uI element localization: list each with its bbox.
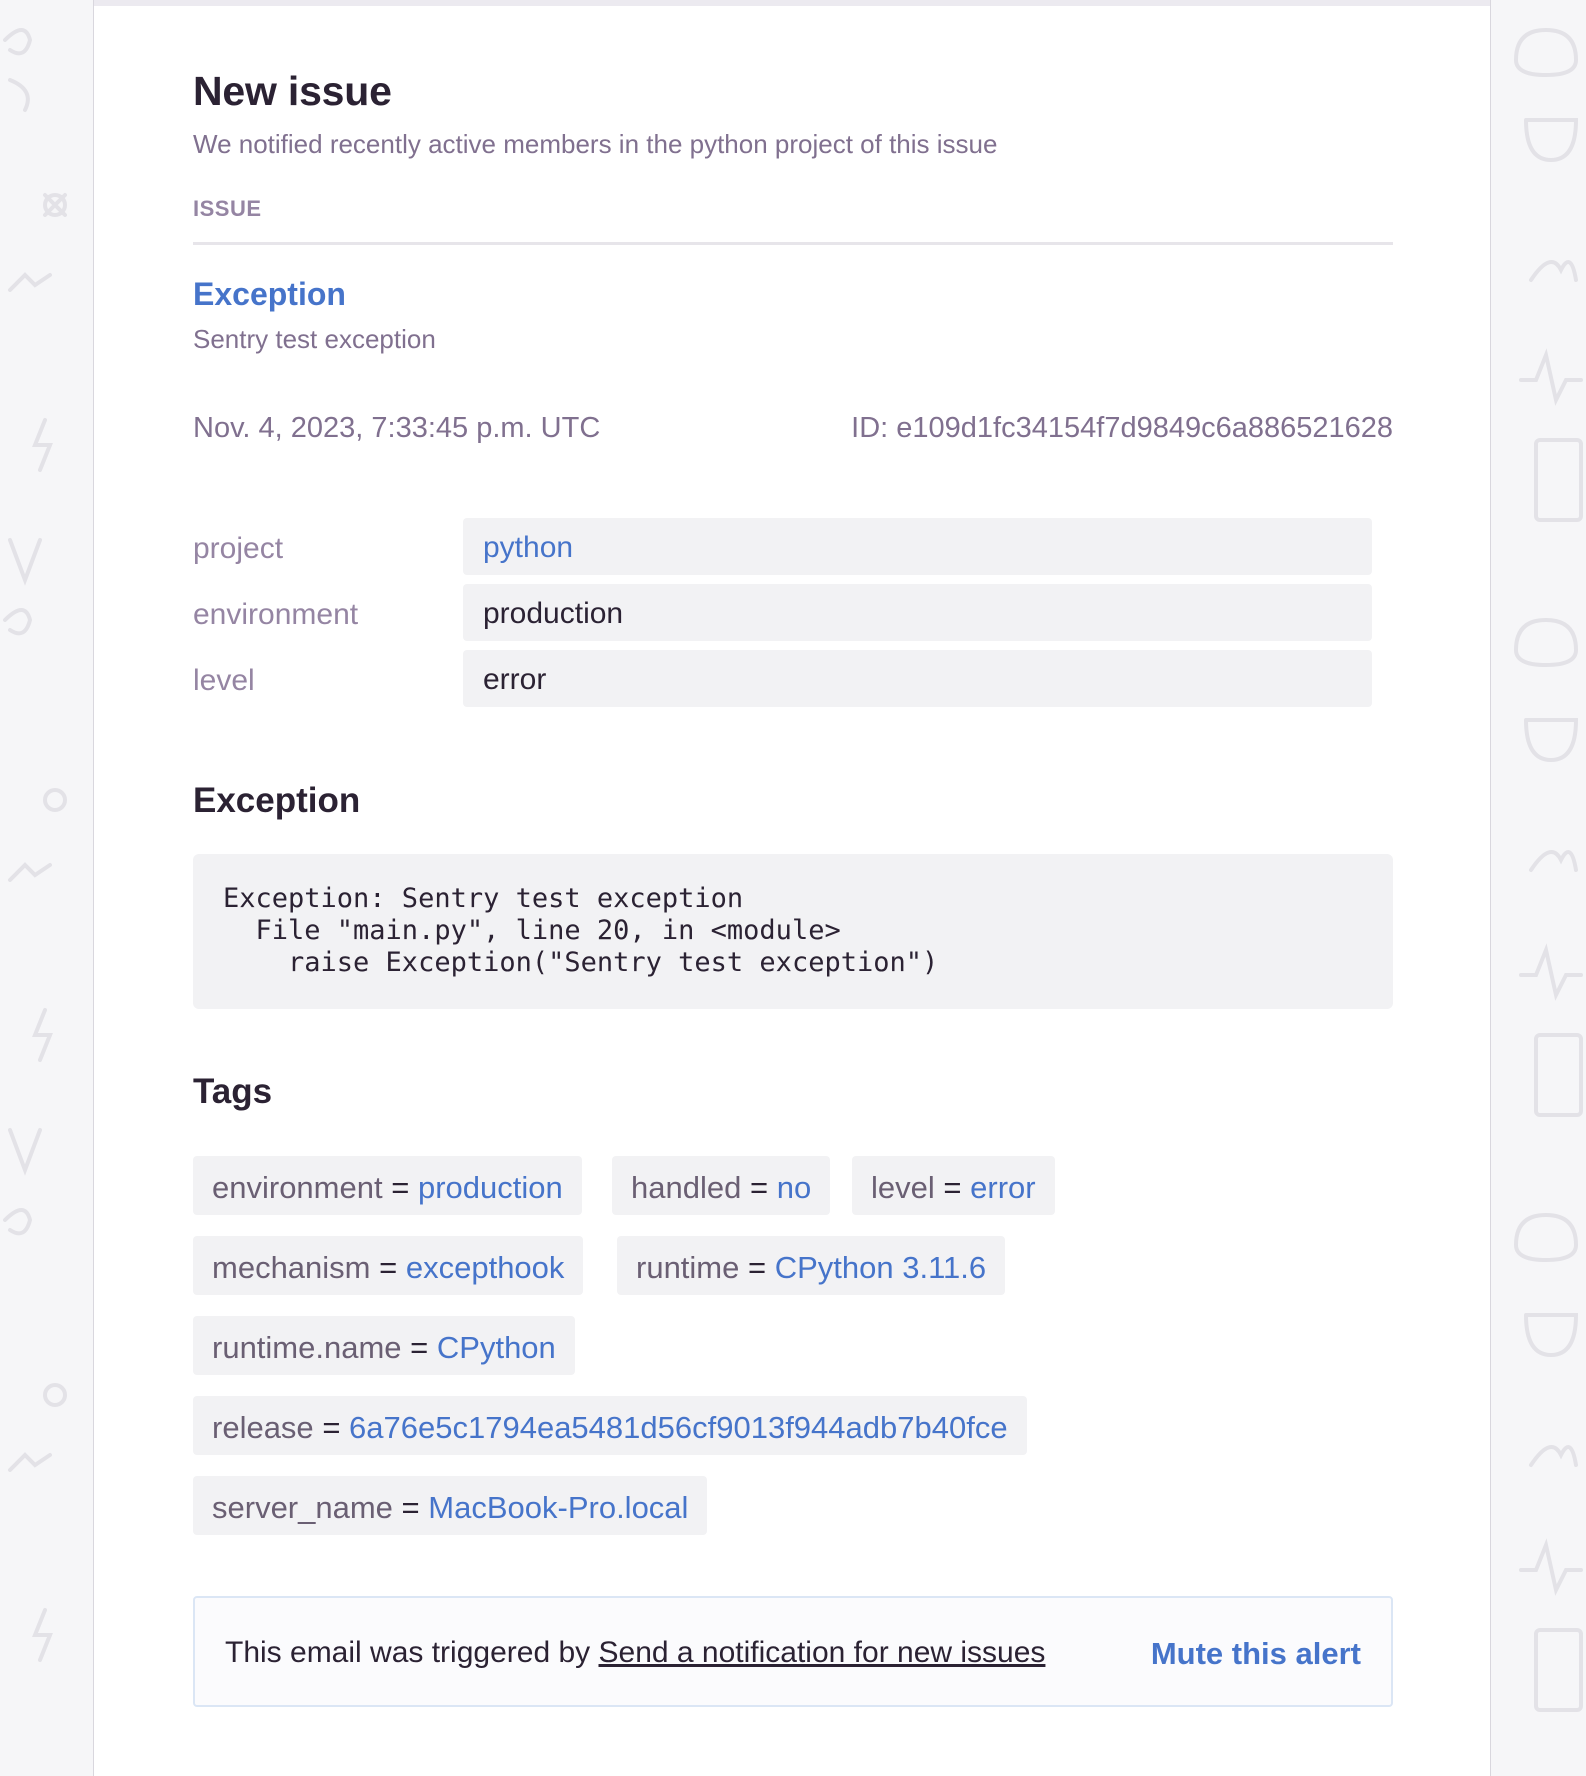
tag-key: environment bbox=[212, 1170, 383, 1205]
tag-value-link[interactable]: CPython bbox=[437, 1330, 556, 1365]
tag-value-link[interactable]: CPython 3.11.6 bbox=[775, 1250, 986, 1285]
doodle-icons bbox=[3, 28, 67, 1662]
tag-value-link[interactable]: 6a76e5c1794ea5481d56cf9013f944adb7b40fce bbox=[349, 1410, 1008, 1445]
tag-server-name: server_name = MacBook-Pro.local bbox=[193, 1476, 708, 1535]
tag-runtime-name: runtime.name = CPython bbox=[193, 1316, 575, 1375]
tag-key: handled bbox=[631, 1170, 742, 1205]
alert-rule-link[interactable]: Send a notification for new issues bbox=[599, 1636, 1046, 1669]
tag-separator: = bbox=[749, 1170, 769, 1205]
tag-separator: = bbox=[410, 1330, 429, 1365]
tag-environment: environment = production bbox=[193, 1156, 582, 1215]
page-title: New issue bbox=[193, 68, 392, 114]
tag-key: mechanism bbox=[212, 1250, 371, 1285]
tag-separator: = bbox=[401, 1490, 420, 1525]
stacktrace-text: Exception: Sentry test exception File "m… bbox=[223, 883, 939, 978]
email-card: New issue We notified recently active me… bbox=[93, 0, 1491, 1776]
tag-separator: = bbox=[391, 1170, 410, 1205]
tag-key: runtime.name bbox=[212, 1330, 402, 1365]
background-pattern-right bbox=[1491, 0, 1586, 1756]
tag-mechanism: mechanism = excepthook bbox=[193, 1236, 584, 1295]
issue-title-link[interactable]: Exception bbox=[193, 276, 346, 313]
issue-details-table: project python environment production le… bbox=[193, 518, 1373, 716]
tag-value-link[interactable]: production bbox=[418, 1170, 563, 1205]
issue-timestamp: Nov. 4, 2023, 7:33:45 p.m. UTC bbox=[193, 412, 601, 444]
tag-separator: = bbox=[322, 1410, 341, 1445]
doodle-icons bbox=[1514, 27, 1583, 1712]
footer-text: This email was triggered by Send a notif… bbox=[225, 1636, 1045, 1670]
tag-separator: = bbox=[943, 1170, 962, 1205]
detail-value: production bbox=[463, 584, 1372, 641]
tag-value-link[interactable]: MacBook-Pro.local bbox=[428, 1490, 688, 1525]
tag-release: release = 6a76e5c1794ea5481d56cf9013f944… bbox=[193, 1396, 1027, 1455]
tag-separator: = bbox=[748, 1250, 767, 1285]
tag-handled: handled = no bbox=[612, 1156, 831, 1215]
page-subtitle: We notified recently active members in t… bbox=[193, 129, 998, 159]
project-link[interactable]: python bbox=[463, 518, 1372, 575]
alert-footer: This email was triggered by Send a notif… bbox=[193, 1596, 1393, 1707]
tag-value-link[interactable]: no bbox=[777, 1170, 811, 1205]
footer-prefix: This email was triggered by bbox=[225, 1636, 591, 1669]
divider bbox=[193, 242, 1393, 245]
tag-value-link[interactable]: excepthook bbox=[406, 1250, 565, 1285]
tag-key: release bbox=[212, 1410, 314, 1445]
detail-row-level: level error bbox=[193, 650, 1373, 716]
tags-heading: Tags bbox=[193, 1072, 273, 1111]
card-top-border bbox=[94, 0, 1490, 6]
issue-id: ID: e109d1fc34154f7d9849c6a886521628 bbox=[851, 412, 1393, 444]
detail-key: environment bbox=[193, 598, 359, 631]
mute-alert-link[interactable]: Mute this alert bbox=[1151, 1636, 1361, 1672]
stacktrace-box: Exception: Sentry test exception File "m… bbox=[193, 854, 1393, 1009]
tag-level: level = error bbox=[852, 1156, 1055, 1215]
issue-section-label: ISSUE bbox=[193, 196, 262, 221]
tag-separator: = bbox=[379, 1250, 398, 1285]
detail-row-environment: environment production bbox=[193, 584, 1373, 650]
issue-subtitle: Sentry test exception bbox=[193, 324, 436, 354]
tag-key: runtime bbox=[636, 1250, 740, 1285]
detail-key: project bbox=[193, 532, 284, 565]
detail-value: error bbox=[463, 650, 1372, 707]
tag-key: server_name bbox=[212, 1490, 393, 1525]
detail-row-project: project python bbox=[193, 518, 1373, 584]
exception-heading: Exception bbox=[193, 781, 361, 820]
background-pattern-left bbox=[0, 0, 93, 1756]
detail-key: level bbox=[193, 664, 255, 697]
tag-runtime: runtime = CPython 3.11.6 bbox=[617, 1236, 1006, 1295]
tag-value-link[interactable]: error bbox=[970, 1170, 1035, 1205]
tag-key: level bbox=[871, 1170, 935, 1205]
